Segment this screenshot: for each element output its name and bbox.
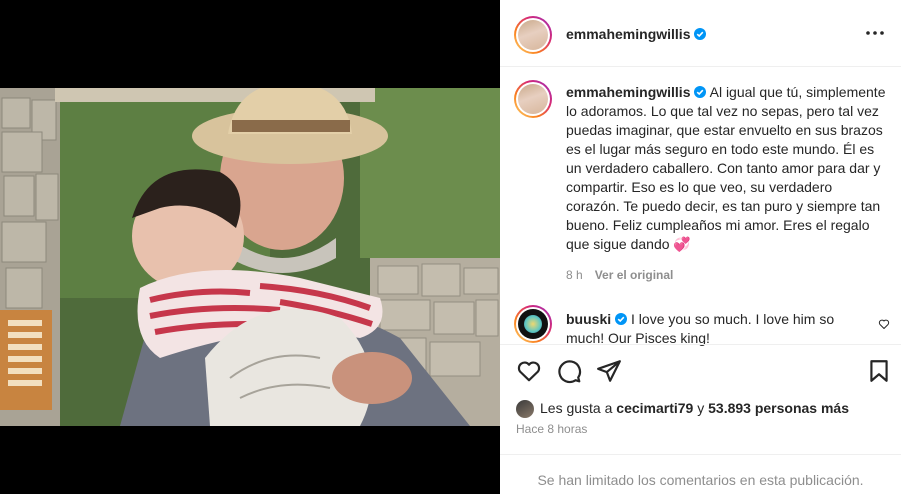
post-actions [500,352,901,388]
post-caption: emmahemingwillis Al igual que tú, simple… [566,83,888,254]
likes-joiner: y [697,400,705,416]
liker-avatar[interactable] [516,400,534,418]
liker-username[interactable]: cecimarti79 [616,400,693,416]
like-comment-heart-icon[interactable] [878,318,890,330]
post-media[interactable] [0,0,500,494]
see-original-link[interactable]: Ver el original [595,268,674,282]
verified-badge-icon [694,28,707,40]
share-paper-plane-icon[interactable] [596,358,622,384]
comment-bubble-icon[interactable] [556,358,582,384]
comment: buuski I love you so much. I love him so… [566,310,866,348]
more-options-icon[interactable] [864,26,886,40]
post-details-panel: emmahemingwillis emmahemingwillis Al igu… [500,0,901,494]
caption-body: Al igual que tú, simplemente lo adoramos… [566,84,886,252]
save-bookmark-icon[interactable] [866,358,892,384]
post-header: emmahemingwillis [500,0,901,67]
author-avatar[interactable] [514,16,552,54]
comments-limited-notice: Se han limitado los comentarios en esta … [537,472,864,488]
caption-username[interactable]: emmahemingwillis [566,84,690,100]
likes-count[interactable]: 53.893 personas más [708,400,849,416]
likes-summary: Les gusta a cecimarti79 y 53.893 persona… [540,400,849,416]
verified-badge-icon [615,313,628,325]
comment-username[interactable]: buuski [566,311,611,327]
caption-avatar[interactable] [514,80,552,118]
commenter-avatar[interactable] [514,305,552,343]
post-timestamp[interactable]: Hace 8 horas [516,422,587,436]
footer-divider [500,454,901,455]
actions-divider [500,344,901,345]
author-username[interactable]: emmahemingwillis [566,26,690,42]
post-photo [0,88,500,426]
like-heart-icon[interactable] [516,358,542,384]
caption-age[interactable]: 8 h [566,268,583,282]
verified-badge-icon [694,86,707,98]
caption-meta: 8 h Ver el original [566,268,673,282]
likes-prefix: Les gusta a [540,400,613,416]
author-name-row: emmahemingwillis [566,26,707,44]
